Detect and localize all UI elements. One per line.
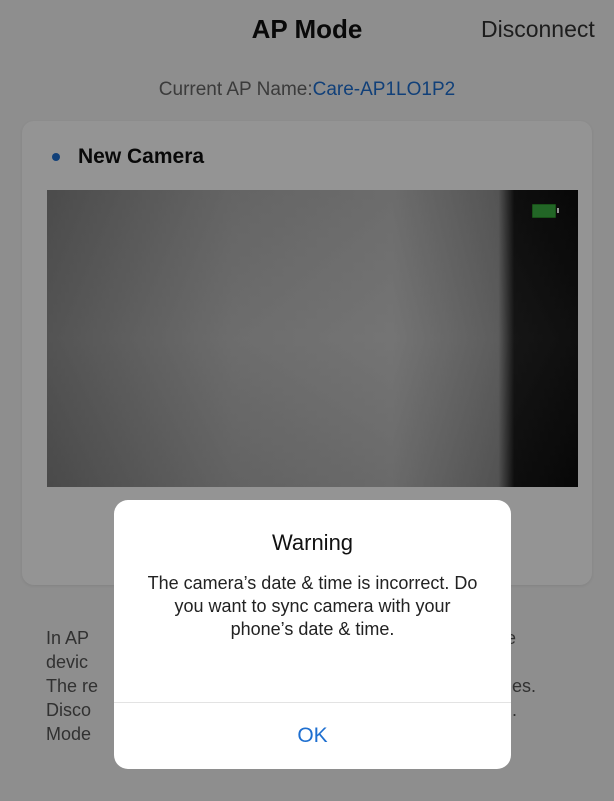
dialog-message: The camera’s date & time is incorrect. D…	[147, 573, 478, 639]
dialog-title: Warning	[271, 530, 354, 555]
warning-dialog: Warning The camera’s date & time is inco…	[114, 500, 511, 769]
app-screen: AP Mode Disconnect Current AP Name:Care-…	[0, 0, 614, 801]
ok-button[interactable]: OK	[114, 703, 511, 769]
